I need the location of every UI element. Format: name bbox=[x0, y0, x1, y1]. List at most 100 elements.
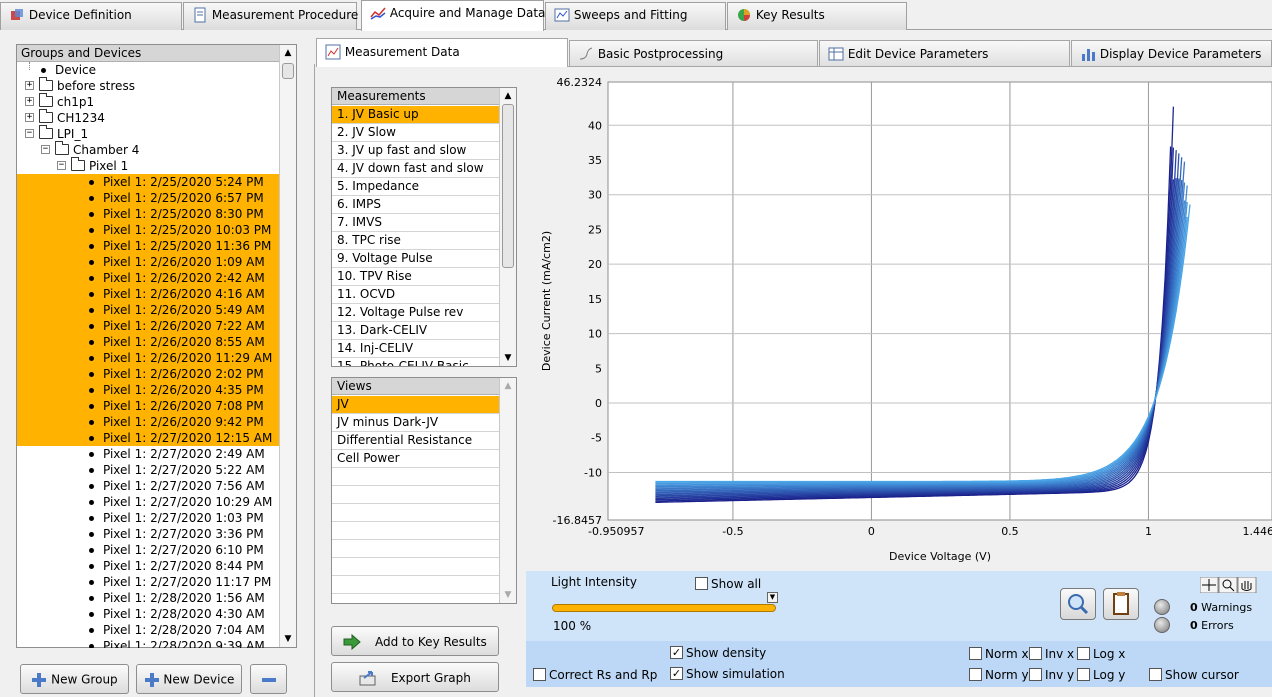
measurement-item[interactable]: 10. TPV Rise bbox=[332, 268, 500, 286]
tree-measurement-item[interactable]: Pixel 1: 2/27/2020 5:22 AM bbox=[17, 462, 280, 478]
tree-measurement-item[interactable]: Pixel 1: 2/28/2020 1:56 AM bbox=[17, 590, 280, 606]
tree-measurement-item[interactable]: Pixel 1: 2/26/2020 8:55 AM bbox=[17, 334, 280, 350]
inv-x-checkbox[interactable] bbox=[1029, 647, 1042, 660]
tree-measurement-item[interactable]: Pixel 1: 2/25/2020 10:03 PM bbox=[17, 222, 280, 238]
tree-measurement-item[interactable]: Pixel 1: 2/26/2020 11:29 AM bbox=[17, 350, 280, 366]
tree-measurement-item[interactable]: Pixel 1: 2/27/2020 12:15 AM bbox=[17, 430, 280, 446]
tree-measurement-item[interactable]: Pixel 1: 2/25/2020 8:30 PM bbox=[17, 206, 280, 222]
expand-icon[interactable]: + bbox=[25, 113, 34, 122]
tab-sweeps-fitting[interactable]: Sweeps and Fitting bbox=[545, 2, 726, 30]
tree-measurement-item[interactable]: Pixel 1: 2/26/2020 4:16 AM bbox=[17, 286, 280, 302]
tree-measurement-item[interactable]: Pixel 1: 2/26/2020 1:09 AM bbox=[17, 254, 280, 270]
correct-rs-rp-checkbox[interactable] bbox=[533, 668, 546, 681]
measurement-item[interactable]: 6. IMPS bbox=[332, 196, 500, 214]
scroll-up-arrow-icon[interactable]: ▲ bbox=[500, 88, 516, 104]
new-device-button[interactable]: New Device bbox=[136, 664, 242, 694]
measurement-item[interactable]: 14. Inj-CELIV bbox=[332, 340, 500, 358]
tree-measurement-item[interactable]: Pixel 1: 2/27/2020 8:44 PM bbox=[17, 558, 280, 574]
expand-icon[interactable]: + bbox=[25, 81, 34, 90]
scroll-down-arrow-icon[interactable]: ▼ bbox=[500, 350, 516, 366]
tab-measurement-data[interactable]: Measurement Data bbox=[316, 38, 568, 67]
tree-node[interactable]: + before stress bbox=[17, 77, 280, 94]
tab-measurement-procedure[interactable]: Measurement Procedure bbox=[183, 2, 358, 30]
tree-measurement-item[interactable]: Pixel 1: 2/27/2020 2:49 AM bbox=[17, 446, 280, 462]
collapse-icon[interactable]: − bbox=[41, 145, 50, 154]
tree-measurement-item[interactable]: Pixel 1: 2/26/2020 7:08 PM bbox=[17, 398, 280, 414]
views-scrollbar[interactable]: ▲ ▼ bbox=[499, 378, 516, 603]
scroll-up-arrow-icon[interactable]: ▲ bbox=[500, 378, 516, 394]
measurements-scrollbar[interactable]: ▲ ▼ bbox=[499, 88, 516, 366]
tree-node[interactable]: − LPI_1 bbox=[17, 125, 280, 142]
export-graph-button[interactable]: Export Graph bbox=[331, 662, 499, 692]
norm-y-checkbox[interactable] bbox=[969, 668, 982, 681]
tree-measurement-item[interactable]: Pixel 1: 2/25/2020 6:57 PM bbox=[17, 190, 280, 206]
measurement-item[interactable]: 1. JV Basic up bbox=[332, 106, 500, 124]
view-item[interactable]: JV bbox=[332, 396, 500, 414]
scroll-down-arrow-icon[interactable]: ▼ bbox=[280, 631, 296, 647]
tree-measurement-item[interactable]: Pixel 1: 2/28/2020 9:39 AM bbox=[17, 638, 280, 648]
new-group-button[interactable]: New Group bbox=[20, 664, 129, 694]
view-item[interactable]: Cell Power bbox=[332, 450, 500, 468]
tree-measurement-item[interactable]: Pixel 1: 2/26/2020 7:22 AM bbox=[17, 318, 280, 334]
view-item[interactable]: JV minus Dark-JV bbox=[332, 414, 500, 432]
measurement-item[interactable]: 3. JV up fast and slow bbox=[332, 142, 500, 160]
graph-tool-palette[interactable] bbox=[1199, 576, 1260, 594]
measurements-list[interactable]: Measurements 1. JV Basic up 2. JV Slow 3. … bbox=[331, 87, 517, 367]
measurement-item[interactable]: 2. JV Slow bbox=[332, 124, 500, 142]
tree-node[interactable]: + CH1234 bbox=[17, 109, 280, 126]
measurement-item[interactable]: 4. JV down fast and slow bbox=[332, 160, 500, 178]
tree-measurement-item[interactable]: Pixel 1: 2/27/2020 11:17 PM bbox=[17, 574, 280, 590]
scroll-down-arrow-icon[interactable]: ▼ bbox=[500, 587, 516, 603]
measurement-item[interactable]: 12. Voltage Pulse rev bbox=[332, 304, 500, 322]
log-y-checkbox[interactable] bbox=[1077, 668, 1090, 681]
show-cursor-checkbox[interactable] bbox=[1149, 668, 1162, 681]
views-list[interactable]: Views JV JV minus Dark-JV Differential Res… bbox=[331, 377, 517, 604]
tab-edit-device-parameters[interactable]: Edit Device Parameters bbox=[819, 40, 1070, 66]
measurement-item[interactable]: 11. OCVD bbox=[332, 286, 500, 304]
tree-measurement-item[interactable]: Pixel 1: 2/28/2020 7:04 AM bbox=[17, 622, 280, 638]
show-simulation-checkbox[interactable]: ✓ bbox=[670, 667, 683, 680]
tab-basic-postprocessing[interactable]: Basic Postprocessing bbox=[569, 40, 818, 66]
scroll-up-arrow-icon[interactable]: ▲ bbox=[280, 45, 296, 61]
norm-x-checkbox[interactable] bbox=[969, 647, 982, 660]
measurement-item[interactable]: 9. Voltage Pulse bbox=[332, 250, 500, 268]
slider-handle[interactable]: ▼ bbox=[767, 592, 778, 603]
measurement-item[interactable]: 8. TPC rise bbox=[332, 232, 500, 250]
tab-key-results[interactable]: Key Results bbox=[727, 2, 907, 30]
show-all-checkbox[interactable] bbox=[695, 577, 708, 590]
tree-measurement-item[interactable]: Pixel 1: 2/26/2020 5:49 AM bbox=[17, 302, 280, 318]
zoom-button[interactable] bbox=[1060, 588, 1096, 620]
collapse-icon[interactable]: − bbox=[25, 129, 34, 138]
remove-button[interactable] bbox=[250, 664, 287, 694]
tab-acquire-manage-data[interactable]: Acquire and Manage Data bbox=[361, 0, 545, 31]
tree-node[interactable]: Device bbox=[17, 62, 280, 78]
view-item[interactable]: Differential Resistance bbox=[332, 432, 500, 450]
scroll-thumb[interactable] bbox=[282, 63, 294, 79]
tree-measurement-item[interactable]: Pixel 1: 2/28/2020 4:30 AM bbox=[17, 606, 280, 622]
tab-device-definition[interactable]: Device Definition bbox=[0, 2, 182, 30]
tree-node[interactable]: − Pixel 1 bbox=[17, 157, 280, 174]
tree-measurement-item[interactable]: Pixel 1: 2/27/2020 6:10 PM bbox=[17, 542, 280, 558]
scroll-thumb[interactable] bbox=[502, 104, 514, 268]
tree-node[interactable]: − Chamber 4 bbox=[17, 141, 280, 158]
tree-scrollbar[interactable]: ▲ ▼ bbox=[279, 45, 296, 647]
tree-measurement-item[interactable]: Pixel 1: 2/25/2020 5:24 PM bbox=[17, 174, 280, 190]
expand-icon[interactable]: + bbox=[25, 97, 34, 106]
inv-y-checkbox[interactable] bbox=[1029, 668, 1042, 681]
light-intensity-slider[interactable] bbox=[552, 604, 776, 612]
clipboard-button[interactable] bbox=[1103, 588, 1139, 620]
tree-measurement-item[interactable]: Pixel 1: 2/25/2020 11:36 PM bbox=[17, 238, 280, 254]
tree-measurement-item[interactable]: Pixel 1: 2/26/2020 4:35 PM bbox=[17, 382, 280, 398]
jv-chart[interactable]: 46.23244035302520151050-5-10-16.8457 -0.… bbox=[530, 72, 1272, 570]
tree-measurement-item[interactable]: Pixel 1: 2/27/2020 7:56 AM bbox=[17, 478, 280, 494]
measurement-item[interactable]: 5. Impedance bbox=[332, 178, 500, 196]
tree-node[interactable]: + ch1p1 bbox=[17, 93, 280, 110]
log-x-checkbox[interactable] bbox=[1077, 647, 1090, 660]
show-density-checkbox[interactable]: ✓ bbox=[670, 646, 683, 659]
tree-measurement-item[interactable]: Pixel 1: 2/26/2020 2:42 AM bbox=[17, 270, 280, 286]
tree-measurement-item[interactable]: Pixel 1: 2/26/2020 9:42 PM bbox=[17, 414, 280, 430]
tree-measurement-item[interactable]: Pixel 1: 2/27/2020 1:03 PM bbox=[17, 510, 280, 526]
collapse-icon[interactable]: − bbox=[57, 161, 66, 170]
tree-measurement-item[interactable]: Pixel 1: 2/27/2020 10:29 AM bbox=[17, 494, 280, 510]
measurement-item[interactable]: 13. Dark-CELIV bbox=[332, 322, 500, 340]
